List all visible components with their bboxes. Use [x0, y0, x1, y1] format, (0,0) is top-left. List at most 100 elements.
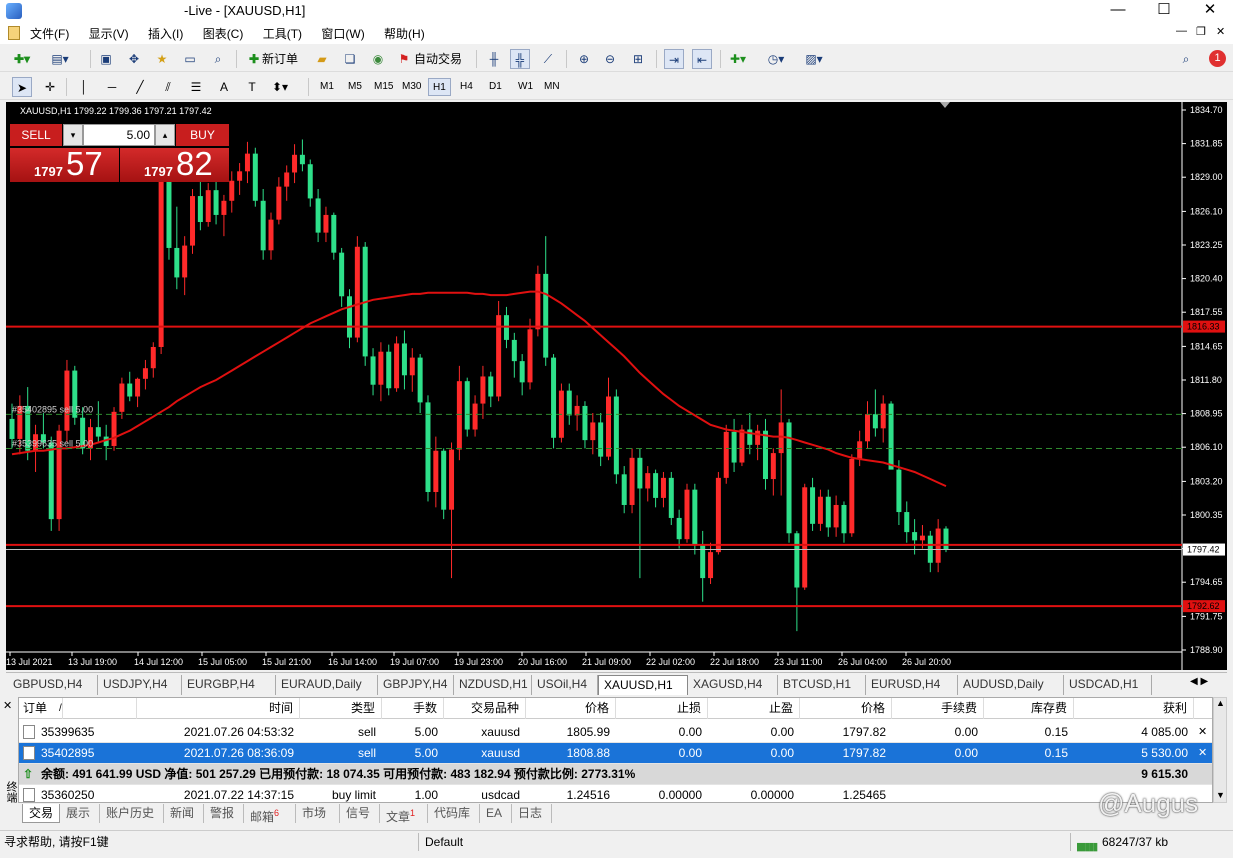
terminal-tab[interactable]: 交易 — [22, 804, 60, 823]
terminal-tab[interactable]: 信号 — [340, 804, 380, 823]
favorites-icon[interactable]: ★ — [152, 49, 172, 69]
timeframe-m15[interactable]: M15 — [370, 78, 397, 96]
chart-tab[interactable]: USDJPY,H4 — [98, 675, 182, 695]
terminal-scrollbar[interactable]: ▲ ▼ — [1213, 697, 1227, 803]
notification-badge[interactable]: 1 — [1209, 50, 1226, 67]
chart-tab[interactable]: XAUUSD,H1 — [598, 675, 688, 695]
trendline-icon[interactable]: ╱ — [130, 77, 150, 97]
fibonacci-icon[interactable]: ☰ — [186, 77, 206, 97]
chart-tab[interactable]: EURUSD,H4 — [866, 675, 958, 695]
terminal-tab[interactable]: 文章1 — [380, 804, 428, 824]
sell-price-button[interactable]: 1797 57 — [10, 145, 119, 182]
templates-icon[interactable]: ▨▾ — [804, 49, 824, 69]
new-order-button[interactable]: 新订单 — [262, 49, 298, 69]
label-icon[interactable]: T — [242, 77, 262, 97]
timeframe-h4[interactable]: H4 — [456, 78, 477, 96]
timeframe-mn[interactable]: MN — [540, 78, 564, 96]
chart-tab[interactable]: EURGBP,H4 — [182, 675, 276, 695]
indicators-icon[interactable]: ✚▾ — [728, 49, 748, 69]
column-header[interactable]: 止损 — [616, 698, 708, 719]
menu-view[interactable]: 显示(V) — [81, 22, 137, 45]
signal-icon[interactable]: ◉ — [368, 49, 388, 69]
close-order-icon[interactable]: ✕ — [1198, 743, 1207, 764]
new-chart-icon[interactable]: ✚▾ — [12, 49, 32, 69]
strategy-tester-icon[interactable]: ⌕ — [208, 49, 228, 69]
chart-window[interactable]: 1834.70 1831.85 1829.00 1826.10 1823.25 1820.… — [6, 102, 1227, 670]
crosshair-icon[interactable]: ✛ — [40, 77, 60, 97]
order-row[interactable]: 35399635 2021.07.26 04:53:32 sell 5.00 xauus… — [19, 722, 1212, 743]
chart-tab[interactable]: EURAUD,Daily — [276, 675, 378, 695]
auto-trade-button[interactable]: 自动交易 — [414, 49, 462, 69]
timeframe-m1[interactable]: M1 — [316, 78, 338, 96]
timeframe-m5[interactable]: M5 — [344, 78, 366, 96]
terminal-tab[interactable]: 邮箱6 — [244, 804, 296, 824]
column-header[interactable]: 类型 — [300, 698, 382, 719]
maximize-button[interactable]: ☐ — [1141, 0, 1187, 22]
chart-tab[interactable]: BTCUSD,H1 — [778, 675, 866, 695]
text-icon[interactable]: A — [214, 77, 234, 97]
terminal-tab[interactable]: 代码库 — [428, 804, 480, 823]
terminal-tab[interactable]: 新闻 — [164, 804, 204, 823]
chart-tab[interactable]: USOil,H4 — [532, 675, 598, 695]
terminal-icon[interactable]: ▭ — [180, 49, 200, 69]
terminal-tab[interactable]: 警报 — [204, 804, 244, 823]
terminal-tab[interactable]: 账户历史 — [100, 804, 164, 823]
profiles-icon[interactable]: ▤▾ — [50, 49, 70, 69]
chart-tab[interactable]: XAGUSD,H4 — [688, 675, 778, 695]
cursor-icon[interactable]: ➤ — [12, 77, 32, 97]
terminal-close-icon[interactable]: ✕ — [3, 699, 12, 712]
mdi-restore-icon[interactable]: ❐ — [1196, 25, 1206, 38]
order-row[interactable]: 35360250 2021.07.22 14:37:15 buy limit 1.00… — [19, 785, 1212, 802]
candle-chart-icon[interactable]: ╬ — [510, 49, 530, 69]
terminal-tab[interactable]: 日志 — [512, 804, 552, 823]
chart-tab[interactable]: GBPJPY,H4 — [378, 675, 454, 695]
menu-file[interactable]: 文件(F) — [22, 22, 77, 45]
gold-bar-icon[interactable]: ▰ — [312, 49, 332, 69]
column-header[interactable]: 获利 — [1074, 698, 1194, 719]
new-order-icon[interactable]: ✚ — [244, 49, 264, 69]
mdi-minimize-icon[interactable]: — — [1176, 25, 1187, 37]
navigator-icon[interactable]: ✥ — [124, 49, 144, 69]
tab-scroll-icon[interactable]: ◀ ▶ — [1190, 676, 1208, 687]
column-header[interactable]: 手续费 — [892, 698, 984, 719]
column-header[interactable]: 交易品种 — [444, 698, 526, 719]
close-button[interactable]: ✕ — [1187, 0, 1233, 22]
menu-insert[interactable]: 插入(I) — [140, 22, 191, 45]
chart-shift-icon[interactable]: ⇤ — [692, 49, 712, 69]
menu-window[interactable]: 窗口(W) — [313, 22, 372, 45]
column-header[interactable]: 订单 — [19, 698, 137, 719]
auto-trade-icon[interactable]: ⚑ — [394, 49, 414, 69]
chart-tab[interactable]: NZDUSD,H1 — [454, 675, 532, 695]
vertical-line-icon[interactable]: │ — [74, 77, 94, 97]
tile-windows-icon[interactable]: ⊞ — [628, 49, 648, 69]
order-row[interactable]: 35402895 2021.07.26 08:36:09 sell 5.00 xauus… — [19, 743, 1212, 764]
volume-down-button[interactable]: ▾ — [63, 124, 83, 146]
channel-icon[interactable]: ⫽ — [158, 77, 178, 97]
minimize-button[interactable]: — — [1095, 0, 1141, 22]
line-chart-icon[interactable]: ⟋ — [538, 49, 558, 69]
buy-price-button[interactable]: 1797 82 — [120, 145, 229, 182]
market-watch-icon[interactable]: ▣ — [96, 49, 116, 69]
terminal-tab[interactable]: 市场 — [296, 804, 340, 823]
menu-tools[interactable]: 工具(T) — [255, 22, 310, 45]
chart-tab[interactable]: AUDUSD,Daily — [958, 675, 1064, 695]
autoscroll-icon[interactable]: ⇥ — [664, 49, 684, 69]
bar-chart-icon[interactable]: ╫ — [484, 49, 504, 69]
chart-tab[interactable]: USDCAD,H1 — [1064, 675, 1152, 695]
column-header[interactable]: 时间 — [137, 698, 300, 719]
chart-tab[interactable]: GBPUSD,H4 — [8, 675, 98, 695]
shapes-icon[interactable]: ⬍▾ — [270, 77, 290, 97]
zoom-in-icon[interactable]: ⊕ — [574, 49, 594, 69]
timeframe-d1[interactable]: D1 — [485, 78, 506, 96]
zoom-out-icon[interactable]: ⊖ — [600, 49, 620, 69]
timeframe-m30[interactable]: M30 — [398, 78, 425, 96]
volume-up-button[interactable]: ▴ — [155, 124, 175, 146]
menu-charts[interactable]: 图表(C) — [195, 22, 252, 45]
menu-help[interactable]: 帮助(H) — [376, 22, 433, 45]
buy-button[interactable]: BUY — [176, 124, 229, 146]
column-header[interactable]: 价格 — [526, 698, 616, 719]
metaeditor-icon[interactable]: ❏ — [340, 49, 360, 69]
terminal-tab[interactable]: 展示 — [60, 804, 100, 823]
scroll-up-icon[interactable]: ▲ — [1216, 698, 1225, 708]
column-header[interactable]: 库存费 — [984, 698, 1074, 719]
